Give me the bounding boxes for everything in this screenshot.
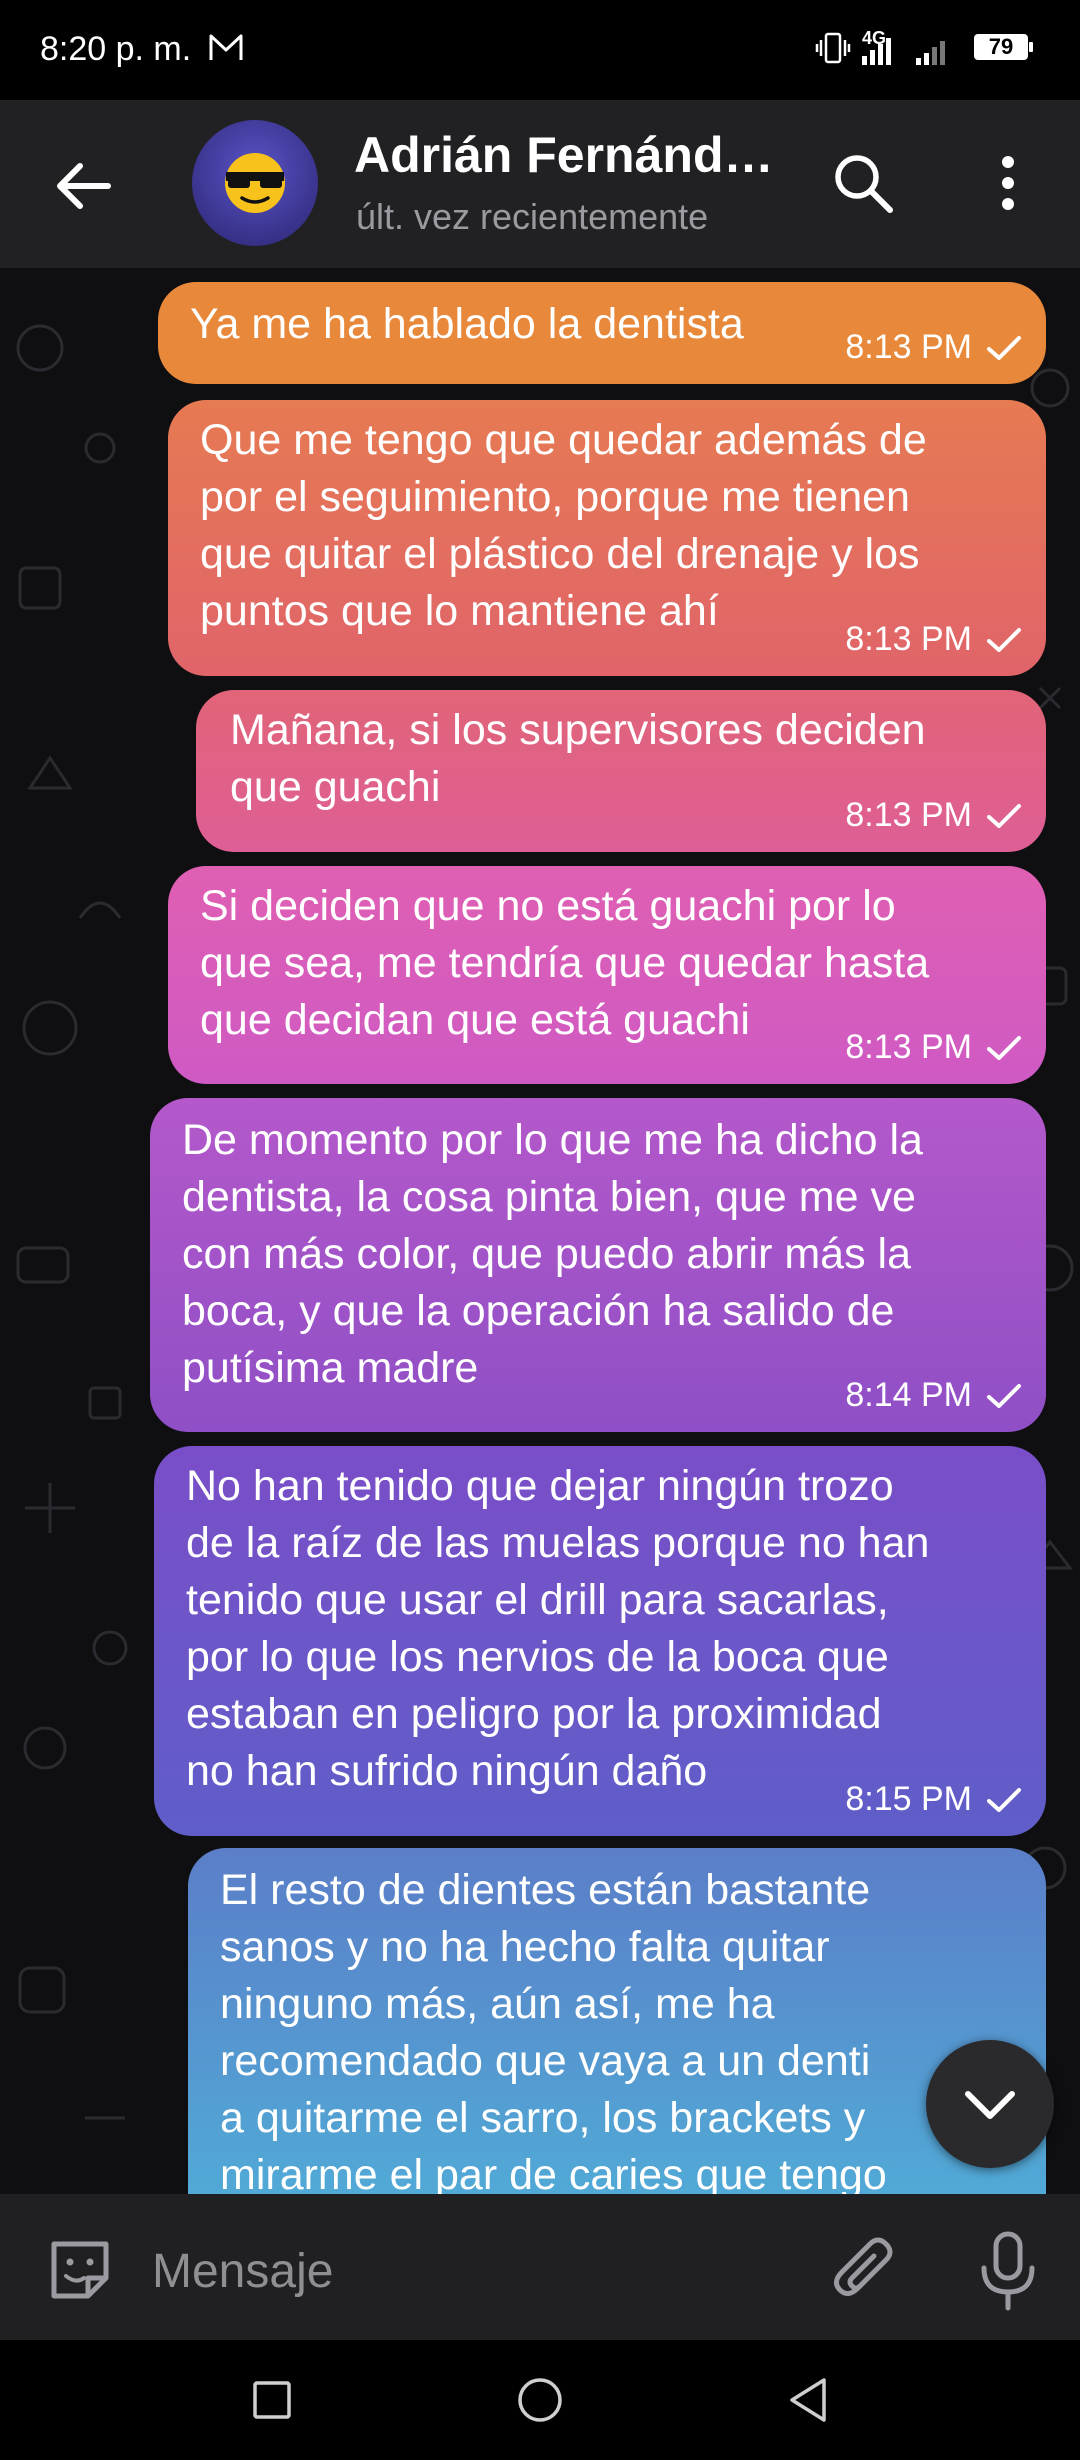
read-check-icon xyxy=(987,1035,1021,1060)
nav-back-icon[interactable] xyxy=(786,2376,830,2424)
back-arrow-icon[interactable] xyxy=(52,154,116,218)
message-bubble[interactable]: Que me tengo que quedar además de por el… xyxy=(168,400,1046,676)
read-check-icon xyxy=(987,803,1021,828)
chevron-down-icon xyxy=(965,2091,1015,2119)
avatar[interactable] xyxy=(192,120,318,246)
message-meta: 8:13 PM xyxy=(845,319,1022,376)
message-bubble[interactable]: Mañana, si los supervisores deciden que … xyxy=(196,690,1046,852)
message-time: 8:13 PM xyxy=(845,796,972,834)
scroll-to-bottom-button[interactable] xyxy=(926,2040,1054,2168)
message-bubble[interactable]: De momento por lo que me ha dicho la den… xyxy=(150,1098,1046,1432)
last-seen-status: últ. vez recientemente xyxy=(356,196,709,237)
message-bubble[interactable]: Ya me ha hablado la dentista 8:13 PM xyxy=(158,282,1046,384)
status-time: 8:20 p. m. xyxy=(40,30,192,68)
message-time: 8:13 PM xyxy=(845,620,972,658)
system-nav-bar xyxy=(0,2340,1080,2460)
message-text: No han tenido que dejar ningún trozo de … xyxy=(186,1462,930,1795)
message-time: 8:13 PM xyxy=(845,1028,972,1066)
mail-icon xyxy=(209,34,243,60)
message-meta: 8:15 PM xyxy=(845,1771,1022,1828)
message-time: 8:14 PM xyxy=(845,1376,972,1414)
message-input[interactable] xyxy=(150,2232,774,2310)
message-bubble[interactable]: El resto de dientes están bastante sanos… xyxy=(188,1848,1046,2194)
more-vert-icon[interactable] xyxy=(988,150,1028,216)
message-input-bar xyxy=(0,2194,1080,2340)
message-meta: 8:14 PM xyxy=(845,1367,1022,1424)
message-bubble[interactable]: No han tenido que dejar ningún trozo de … xyxy=(154,1446,1046,1836)
chat-header: Adrián Fernánd… últ. vez recientemente xyxy=(0,100,1080,268)
battery-level: 79 xyxy=(988,34,1014,59)
message-meta: 8:13 PM xyxy=(845,1019,1022,1076)
emoji-icon[interactable] xyxy=(44,2234,116,2306)
mic-icon[interactable] xyxy=(972,2230,1044,2314)
contact-name[interactable]: Adrián Fernánd… xyxy=(354,126,773,184)
message-meta: 8:13 PM xyxy=(845,787,1022,844)
message-bubble[interactable]: Si deciden que no está guachi por lo que… xyxy=(168,866,1046,1084)
chat-area[interactable]: Ya me ha hablado la dentista 8:13 PM Que… xyxy=(0,268,1080,2194)
status-bar: 8:20 p. m. 4G 79 xyxy=(0,0,1080,100)
home-icon[interactable] xyxy=(516,2376,564,2424)
message-time: 8:15 PM xyxy=(845,1780,972,1818)
attach-icon[interactable] xyxy=(830,2234,898,2306)
read-check-icon xyxy=(987,335,1021,360)
read-check-icon xyxy=(987,1787,1021,1812)
message-text: De momento por lo que me ha dicho la den… xyxy=(182,1116,923,1392)
message-text: Que me tengo que quedar además de por el… xyxy=(200,416,927,635)
recents-icon[interactable] xyxy=(252,2380,292,2420)
sunglasses-emoji-icon xyxy=(225,153,285,213)
signal-icon xyxy=(862,38,945,65)
message-time: 8:13 PM xyxy=(845,328,972,366)
read-check-icon xyxy=(987,627,1021,652)
message-meta: 8:13 PM xyxy=(845,611,1022,668)
read-check-icon xyxy=(987,1383,1021,1408)
vibrate-icon xyxy=(815,32,851,64)
message-text: El resto de dientes están bastante sanos… xyxy=(220,1866,887,2194)
search-icon[interactable] xyxy=(830,150,896,216)
